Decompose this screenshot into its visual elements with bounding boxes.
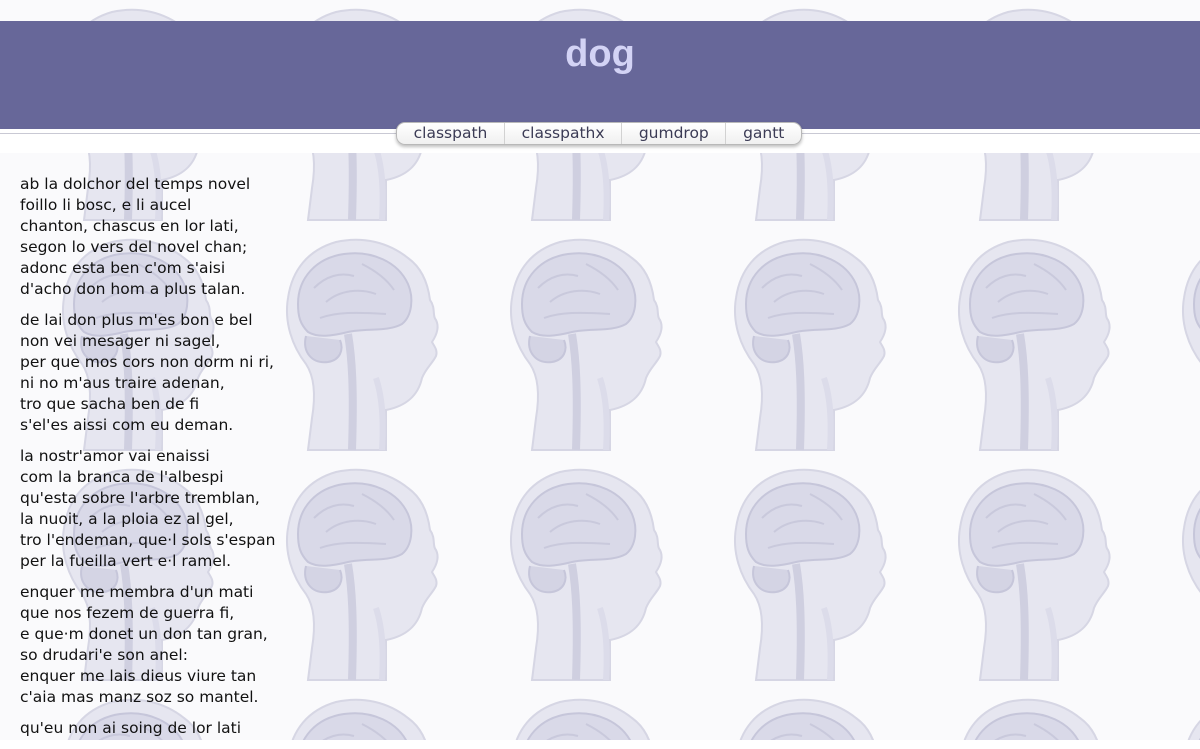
- poem-line: foillo li bosc, e li aucel: [20, 196, 192, 214]
- nav-link-classpathx[interactable]: classpathx: [504, 123, 621, 144]
- stanza: enquer me membra d'un mati que nos fezem…: [20, 582, 420, 708]
- poem-line: c'aia mas manz soz so mantel.: [20, 688, 259, 706]
- poem-line: la nuoit, a la ploia ez al gel,: [20, 510, 234, 528]
- poem-line: enquer me lais dieus viure tan: [20, 667, 257, 685]
- nav-link-gantt[interactable]: gantt: [725, 123, 801, 144]
- poem-line: e que·m donet un don tan gran,: [20, 625, 268, 643]
- poem-line: ni no m'aus traire adenan,: [20, 374, 225, 392]
- stanza: qu'eu non ai soing de lor lati: [20, 718, 420, 739]
- poem-line: adonc esta ben c'om s'aisi: [20, 259, 226, 277]
- site-header: dog: [0, 21, 1200, 129]
- poem-line: que nos fezem de guerra fi,: [20, 604, 235, 622]
- poem-line: s'el'es aissi com eu deman.: [20, 416, 234, 434]
- poem-line: la nostr'amor vai enaissi: [20, 447, 210, 465]
- stanza: ab la dolchor del temps novel foillo li …: [20, 174, 420, 300]
- stanza: la nostr'amor vai enaissi com la branca …: [20, 446, 420, 572]
- poem-line: d'acho don hom a plus talan.: [20, 280, 246, 298]
- stanza: de lai don plus m'es bon e bel non vei m…: [20, 310, 420, 436]
- site-title: dog: [565, 33, 635, 75]
- poem-line: de lai don plus m'es bon e bel: [20, 311, 253, 329]
- poem-line: qu'esta sobre l'arbre tremblan,: [20, 489, 260, 507]
- poem-line: per la fueilla vert e·l ramel.: [20, 552, 232, 570]
- poem-line: com la branca de l'albespi: [20, 468, 224, 486]
- poem-content: ab la dolchor del temps novel foillo li …: [20, 174, 420, 749]
- nav-link-classpath[interactable]: classpath: [397, 123, 504, 144]
- nav-link-gumdrop[interactable]: gumdrop: [621, 123, 725, 144]
- poem-line: non vei mesager ni sagel,: [20, 332, 221, 350]
- poem-line: per que mos cors non dorm ni ri,: [20, 353, 274, 371]
- poem-line: so drudari'e son anel:: [20, 646, 188, 664]
- poem-line: ab la dolchor del temps novel: [20, 175, 251, 193]
- poem-line: enquer me membra d'un mati: [20, 583, 254, 601]
- poem-line: segon lo vers del novel chan;: [20, 238, 248, 256]
- poem-line: qu'eu non ai soing de lor lati: [20, 719, 242, 737]
- poem-line: chanton, chascus en lor lati,: [20, 217, 239, 235]
- poem-line: tro l'endeman, que·l sols s'espan: [20, 531, 276, 549]
- project-nav: classpath classpathx gumdrop gantt: [396, 122, 802, 145]
- poem-line: tro que sacha ben de fi: [20, 395, 200, 413]
